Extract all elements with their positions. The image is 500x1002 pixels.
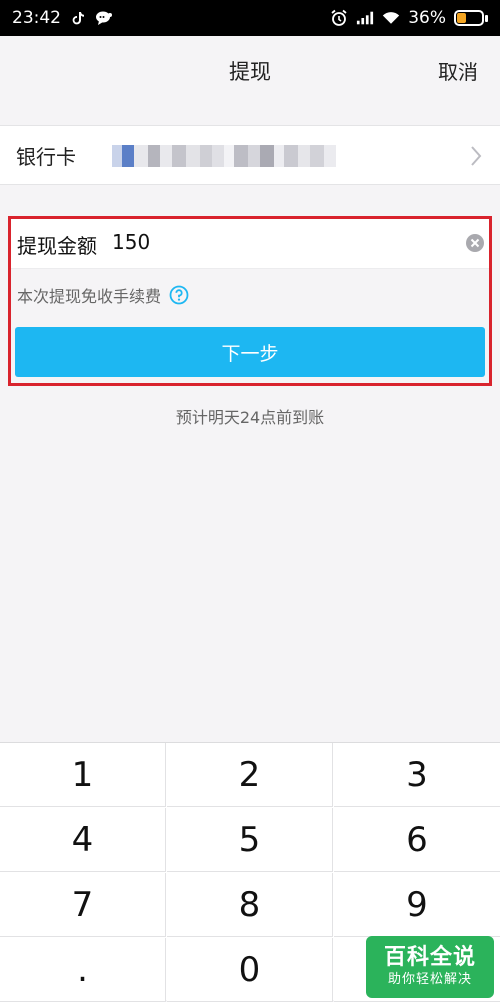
- fee-note: 本次提现免收手续费: [17, 283, 189, 307]
- amount-row: 提现金额: [11, 219, 489, 269]
- watermark-title: 百科全说: [383, 945, 476, 970]
- key-7[interactable]: 7: [0, 873, 166, 937]
- status-bar: 23:42 36%: [0, 0, 500, 36]
- key-1[interactable]: 1: [0, 743, 166, 807]
- clear-icon[interactable]: [465, 233, 485, 253]
- key-8[interactable]: 8: [167, 873, 333, 937]
- withdraw-panel: 提现金额 本次提现免收手续费 下一步: [8, 216, 492, 386]
- key-5[interactable]: 5: [167, 808, 333, 872]
- amount-label: 提现金额: [17, 234, 97, 258]
- battery-percent: 36%: [408, 8, 446, 28]
- watermark-logo: 百科全说 助你轻松解决: [366, 936, 494, 998]
- key-9[interactable]: 9: [334, 873, 500, 937]
- battery-tip: [485, 14, 488, 22]
- page-title: 提现: [229, 60, 271, 84]
- bank-card-label: 银行卡: [16, 144, 76, 169]
- wifi-icon: [382, 9, 400, 27]
- chevron-right-icon: [466, 143, 486, 169]
- key-3[interactable]: 3: [334, 743, 500, 807]
- signal-icon: [356, 9, 374, 27]
- battery-body: [454, 10, 484, 26]
- key-dot[interactable]: .: [0, 938, 166, 1002]
- key-0[interactable]: 0: [167, 938, 333, 1002]
- next-step-button[interactable]: 下一步: [15, 327, 485, 377]
- help-icon[interactable]: [169, 285, 189, 305]
- battery-icon: [454, 10, 488, 26]
- key-2[interactable]: 2: [167, 743, 333, 807]
- status-bar-right: 36%: [330, 8, 488, 28]
- arrival-note: 预计明天24点前到账: [175, 408, 325, 427]
- watermark-subtitle: 助你轻松解决: [387, 972, 472, 987]
- key-4[interactable]: 4: [0, 808, 166, 872]
- tiktok-icon: [69, 9, 87, 27]
- cancel-button[interactable]: 取消: [438, 56, 478, 85]
- title-bar: 提现 取消: [0, 36, 500, 102]
- bank-card-masked-info: [112, 145, 344, 167]
- alarm-icon: [330, 9, 348, 27]
- status-time: 23:42: [12, 8, 61, 28]
- bank-card-row[interactable]: 银行卡: [0, 125, 500, 185]
- status-bar-left: 23:42: [12, 8, 113, 28]
- fee-note-text: 本次提现免收手续费: [17, 287, 162, 306]
- amount-input[interactable]: [112, 230, 412, 254]
- battery-fill: [457, 13, 466, 23]
- chat-bubble-icon: [95, 9, 113, 27]
- key-6[interactable]: 6: [334, 808, 500, 872]
